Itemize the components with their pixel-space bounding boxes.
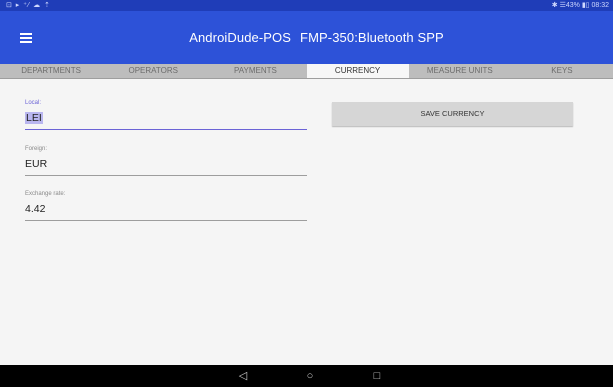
- local-currency-field: Local: LEI: [25, 100, 307, 130]
- recents-icon[interactable]: □: [370, 369, 384, 383]
- exchange-rate-field: Exchange rate: 4.42: [25, 191, 307, 221]
- foreign-label: Foreign:: [25, 146, 48, 152]
- exchange-rate-input[interactable]: 4.42: [25, 203, 307, 221]
- back-icon[interactable]: ◁: [236, 369, 250, 383]
- status-info-right: ✱ ☰43% ▮▯ 08:32: [551, 2, 609, 9]
- local-input[interactable]: LEI: [25, 112, 307, 130]
- navigation-bar: ◁ ○ □: [0, 365, 613, 387]
- app-name: AndroiDude-POS: [189, 30, 292, 45]
- tab-payments[interactable]: PAYMENTS: [204, 64, 306, 78]
- exchange-rate-label: Exchange rate:: [25, 191, 66, 197]
- printer-connection: FMP-350:Bluetooth SPP: [300, 30, 444, 45]
- local-value: LEI: [25, 112, 43, 124]
- foreign-currency-field: Foreign: EUR: [25, 146, 307, 176]
- tab-keys[interactable]: KEYS: [511, 64, 613, 78]
- tab-departments[interactable]: DEPARTMENTS: [0, 64, 102, 78]
- tab-operators[interactable]: OPERATORS: [102, 64, 204, 78]
- status-bar: ⊡ ▸ ⁺⁄ ☁ ⇡ ✱ ☰43% ▮▯ 08:32: [0, 0, 613, 11]
- home-icon[interactable]: ○: [303, 369, 317, 383]
- status-icons-left: ⊡ ▸ ⁺⁄ ☁ ⇡: [6, 2, 51, 9]
- tab-measure-units[interactable]: MEASURE UNITS: [409, 64, 511, 78]
- local-label: Local:: [25, 100, 42, 106]
- save-currency-button[interactable]: SAVE CURRENCY: [332, 102, 573, 126]
- app-bar: AndroiDude-POS FMP-350:Bluetooth SPP: [0, 11, 613, 64]
- app-title: AndroiDude-POS FMP-350:Bluetooth SPP: [0, 11, 613, 64]
- tab-bar: DEPARTMENTS OPERATORS PAYMENTS CURRENCY …: [0, 64, 613, 79]
- foreign-input[interactable]: EUR: [25, 158, 307, 176]
- tab-currency[interactable]: CURRENCY: [306, 64, 409, 78]
